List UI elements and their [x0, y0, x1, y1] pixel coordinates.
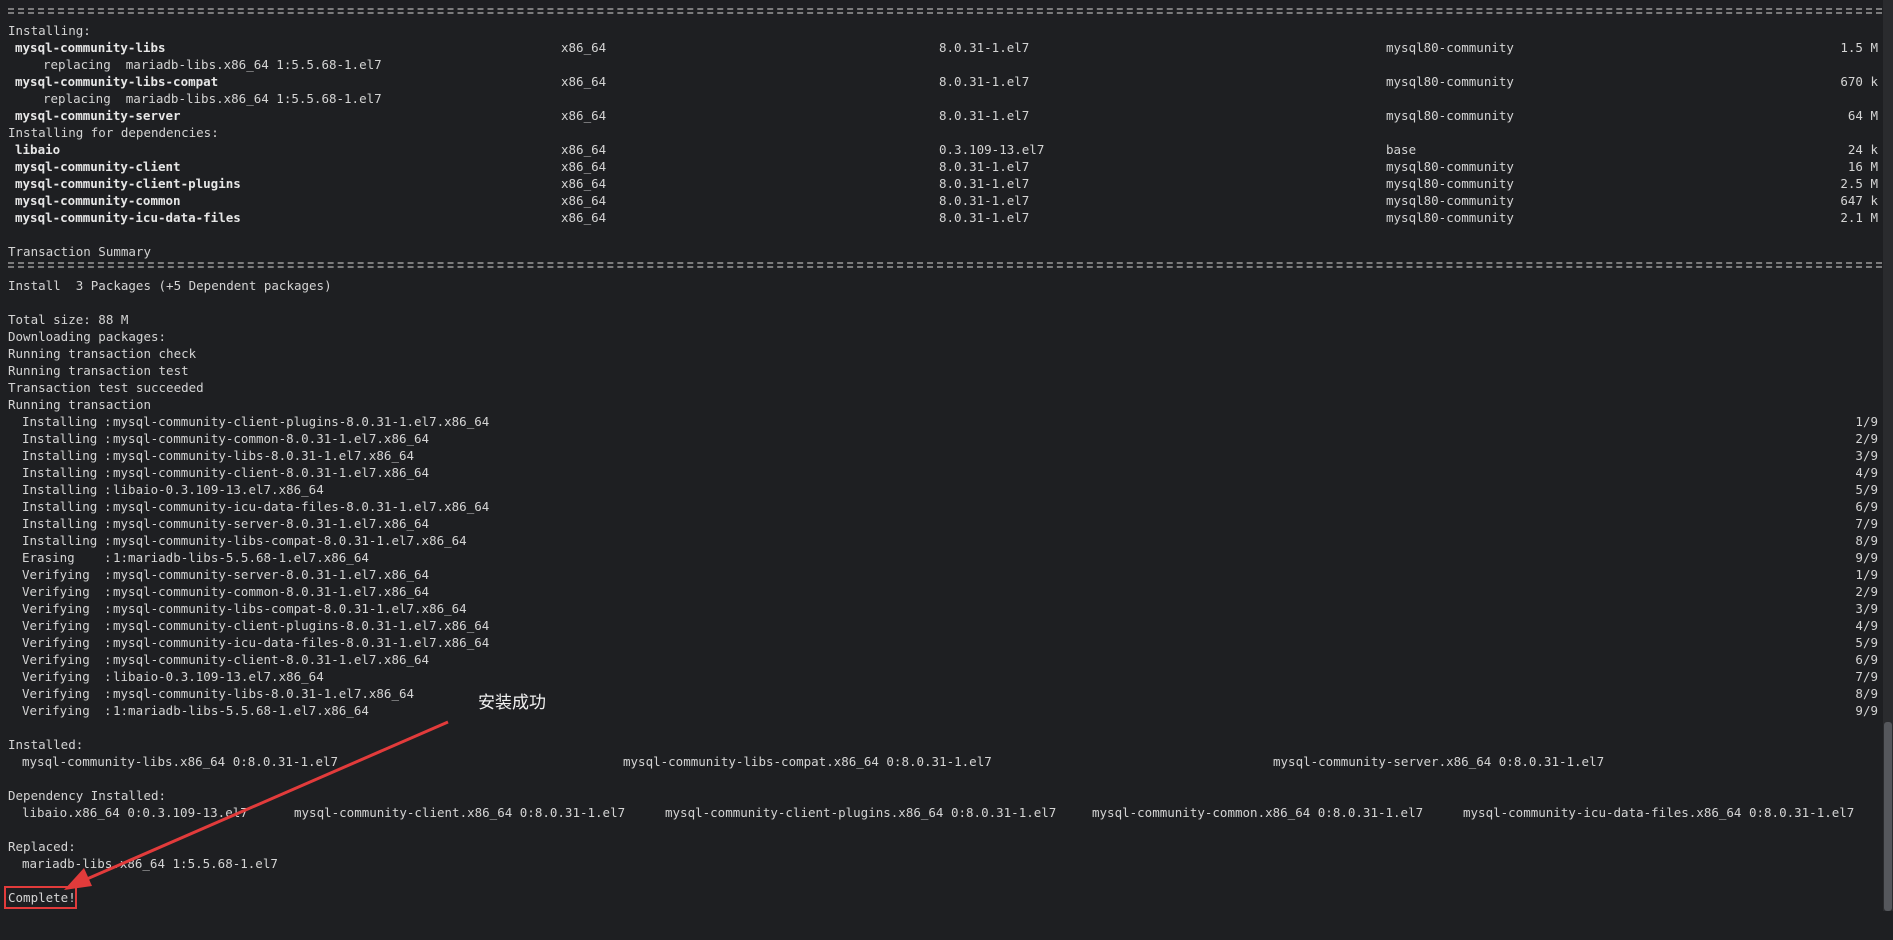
- scrollbar-thumb[interactable]: [1884, 722, 1892, 911]
- annotation-arrow: [64, 720, 449, 890]
- vertical-scrollbar[interactable]: [1883, 0, 1893, 911]
